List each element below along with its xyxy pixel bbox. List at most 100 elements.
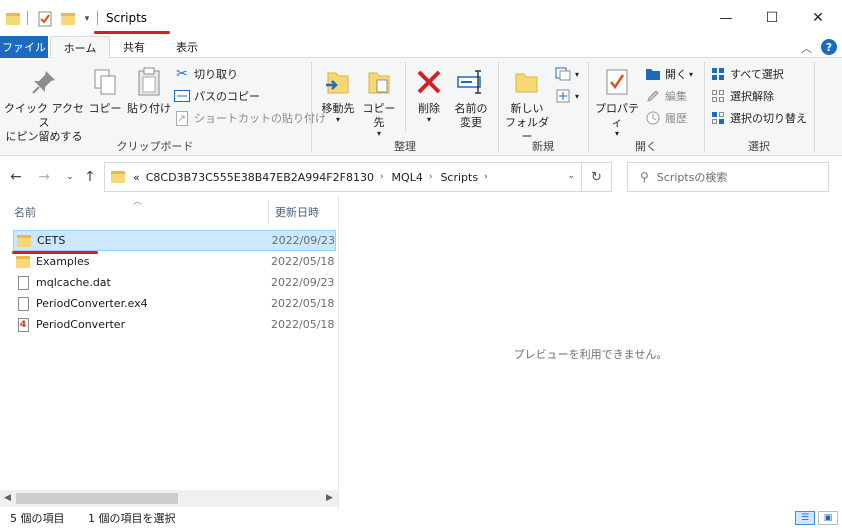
- chevron-down-icon[interactable]: ⌄: [567, 171, 575, 181]
- address-bar[interactable]: « C8CD3B73C555E38B47EB2A994F2F8130 › MQL…: [104, 162, 612, 192]
- paste-label: 貼り付け: [127, 102, 171, 115]
- new-group-label: 新規: [532, 140, 554, 153]
- refresh-icon[interactable]: ↻: [581, 163, 611, 191]
- properties-quick-icon[interactable]: [36, 9, 54, 29]
- new-folder-icon: [511, 66, 543, 98]
- select-all-button[interactable]: すべて選択: [710, 64, 784, 84]
- copy-button[interactable]: コピー: [86, 66, 124, 116]
- select-group-label: 選択: [748, 140, 770, 153]
- properties-button[interactable]: プロパティ ▾: [591, 66, 643, 138]
- folder-icon[interactable]: [4, 9, 22, 29]
- horizontal-scrollbar[interactable]: ◀ ▶: [0, 490, 338, 507]
- folder-icon: [17, 234, 31, 248]
- select-none-button[interactable]: 選択解除: [710, 86, 774, 106]
- select-all-label: すべて選択: [730, 68, 784, 81]
- breadcrumb-overflow[interactable]: «: [133, 171, 140, 184]
- chevron-right-icon[interactable]: ›: [484, 172, 488, 182]
- divider: [814, 62, 815, 152]
- copy-to-label: コピー先: [362, 102, 396, 129]
- open-folder-icon: [645, 66, 661, 82]
- file-date: 2022/05/18: [271, 255, 335, 268]
- divider: [27, 11, 28, 25]
- select-none-label: 選択解除: [730, 90, 774, 103]
- large-icons-view-icon[interactable]: ▣: [818, 511, 838, 525]
- close-button[interactable]: ✕: [795, 0, 841, 36]
- move-to-button[interactable]: 移動先 ▾: [316, 66, 360, 124]
- easy-access-button[interactable]: ▾: [555, 86, 579, 106]
- up-arrow-icon[interactable]: ↑: [80, 166, 100, 188]
- column-header-date[interactable]: 更新日時: [275, 200, 319, 224]
- new-item-icon: [555, 66, 571, 82]
- properties-icon: [601, 66, 633, 98]
- pin-to-quick-access-button[interactable]: クイック アクセス にピン留めする: [4, 66, 84, 144]
- folder-icon: [111, 171, 125, 183]
- history-button[interactable]: 履歴: [645, 108, 687, 128]
- scroll-right-icon[interactable]: ▶: [326, 493, 333, 503]
- scissors-icon: ✂: [176, 66, 188, 82]
- delete-x-icon: [413, 66, 445, 98]
- file-row-examples[interactable]: Examples 2022/05/18: [13, 251, 336, 272]
- title-bar: ▾ Scripts — ☐ ✕: [0, 0, 842, 36]
- search-box[interactable]: ⚲ Scriptsの検索: [627, 162, 829, 192]
- file-row-cets[interactable]: CETS 2022/09/23: [13, 230, 336, 251]
- move-to-icon: [322, 66, 354, 98]
- column-divider[interactable]: [268, 200, 269, 224]
- new-folder-quick-icon[interactable]: [59, 9, 77, 29]
- maximize-button[interactable]: ☐: [749, 0, 795, 36]
- edit-button[interactable]: 編集: [645, 86, 687, 106]
- move-to-label: 移動先: [321, 102, 355, 115]
- invert-selection-button[interactable]: 選択の切り替え: [710, 108, 807, 128]
- paste-icon: [133, 66, 165, 98]
- collapse-ribbon-icon[interactable]: ︿: [801, 40, 812, 56]
- tab-view[interactable]: 表示: [162, 36, 212, 58]
- document-icon: [16, 275, 30, 290]
- chevron-right-icon[interactable]: ›: [380, 172, 384, 182]
- customize-toolbar-icon[interactable]: ▾: [80, 9, 94, 29]
- cut-button[interactable]: ✂ 切り取り: [174, 64, 238, 84]
- selection-count: 1 個の項目を選択: [88, 512, 176, 525]
- open-button[interactable]: 開く ▾: [645, 64, 693, 84]
- divider: [97, 11, 98, 25]
- paste-shortcut-button[interactable]: ショートカットの貼り付け: [174, 108, 326, 128]
- back-arrow-icon[interactable]: ←: [6, 166, 26, 188]
- rename-button[interactable]: 名前の 変更: [450, 66, 492, 130]
- clipboard-group-label: クリップボード: [116, 140, 194, 153]
- copy-path-button[interactable]: パスのコピー: [174, 86, 260, 106]
- tab-file[interactable]: ファイル: [0, 36, 48, 58]
- new-item-button[interactable]: ▾: [555, 64, 579, 84]
- column-header-name[interactable]: 名前: [14, 200, 36, 224]
- help-icon[interactable]: ?: [821, 39, 837, 55]
- scroll-left-icon[interactable]: ◀: [4, 493, 11, 503]
- dropdown-arrow-icon: ▾: [335, 115, 340, 124]
- breadcrumb-item[interactable]: C8CD3B73C555E38B47EB2A994F2F8130: [146, 171, 374, 184]
- scrollbar-thumb[interactable]: [16, 493, 178, 504]
- copy-to-button[interactable]: コピー先 ▾: [358, 66, 400, 138]
- status-bar: 5 個の項目 1 個の項目を選択: [0, 508, 842, 528]
- edit-icon: [645, 88, 661, 104]
- search-placeholder: Scriptsの検索: [656, 171, 728, 184]
- delete-button[interactable]: 削除 ▾: [410, 66, 448, 124]
- paste-shortcut-label: ショートカットの貼り付け: [194, 112, 326, 125]
- tab-share[interactable]: 共有: [110, 36, 158, 58]
- dropdown-arrow-icon: ▾: [614, 129, 619, 138]
- tab-home[interactable]: ホーム: [50, 36, 110, 59]
- folder-icon: [16, 255, 30, 269]
- breadcrumb-item[interactable]: MQL4: [392, 171, 423, 184]
- details-view-icon[interactable]: ☰: [795, 511, 815, 525]
- paste-button[interactable]: 貼り付け: [125, 66, 173, 116]
- new-folder-button[interactable]: 新しい フォルダー: [502, 66, 552, 144]
- chevron-right-icon[interactable]: ›: [429, 172, 433, 182]
- sort-ascending-icon: ︿: [133, 197, 143, 207]
- file-row-periodconverter-ex4[interactable]: PeriodConverter.ex4 2022/05/18: [13, 293, 336, 314]
- preview-message: プレビューを利用できません。: [513, 348, 668, 361]
- file-row-periodconverter[interactable]: 4 PeriodConverter 2022/05/18: [13, 314, 336, 335]
- breadcrumb-item[interactable]: Scripts: [440, 171, 478, 184]
- file-row-mqlcache[interactable]: mqlcache.dat 2022/09/23: [13, 272, 336, 293]
- minimize-button[interactable]: —: [703, 0, 749, 36]
- recent-locations-icon[interactable]: ⌄: [60, 166, 80, 188]
- file-name: CETS: [37, 234, 66, 247]
- invert-selection-icon: [710, 110, 726, 126]
- navigation-bar: ← → ⌄ ↑ « C8CD3B73C555E38B47EB2A994F2F81…: [0, 160, 842, 194]
- forward-arrow-icon[interactable]: →: [34, 166, 54, 188]
- organize-group-label: 整理: [394, 140, 416, 153]
